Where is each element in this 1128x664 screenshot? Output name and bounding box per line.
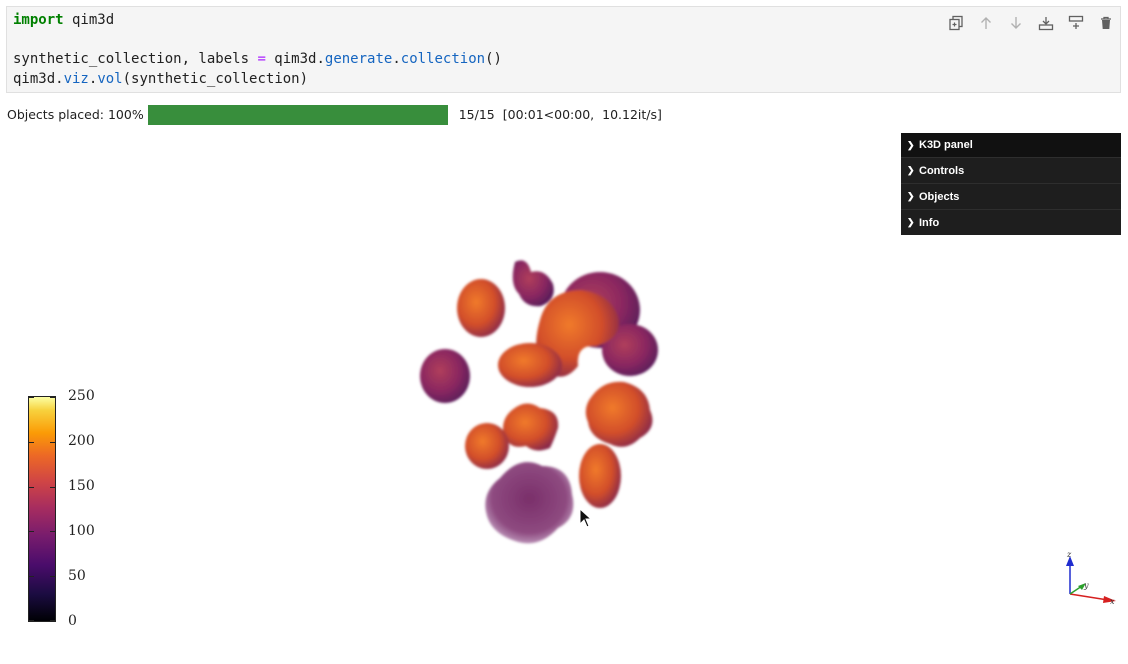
- chevron-right-icon: ❯: [907, 191, 915, 201]
- colorbar-tick: [29, 576, 55, 578]
- blob-9: [585, 381, 653, 447]
- progress-timing: [00:01<00:00,: [502, 107, 595, 122]
- code-line-3-a: qim3d.: [13, 70, 64, 87]
- progress-rate: 10.12it/s]: [602, 107, 662, 122]
- colorbar-tick: [29, 441, 55, 443]
- code-keyword-import: import: [13, 12, 64, 28]
- k3d-panel-title: K3D panel: [919, 139, 973, 151]
- copy-icon: [949, 15, 963, 31]
- progress-bar: [147, 104, 448, 125]
- colorbar-label: 150: [68, 478, 95, 494]
- blob-6: [498, 343, 562, 387]
- colorbar-label: 100: [68, 523, 95, 539]
- colorbar-tick: [29, 531, 55, 533]
- mouse-cursor-icon: [579, 508, 593, 528]
- colorbar-label: 50: [68, 568, 86, 584]
- axis-label-z: z: [1066, 550, 1072, 559]
- colorbar-tick: [29, 486, 55, 488]
- duplicate-cell-button[interactable]: [946, 13, 966, 33]
- delete-icon: [1101, 16, 1111, 29]
- progress-label: Objects placed:: [7, 107, 104, 122]
- code-line-2-dot: .: [392, 51, 401, 67]
- k3d-panel: ❯ K3D panel ❯ Controls ❯ Objects ❯ Info: [901, 133, 1121, 235]
- blob-11: [579, 444, 621, 508]
- blob-2: [512, 260, 554, 307]
- k3d-section-label: Controls: [919, 164, 965, 177]
- colorbar-tick: [29, 619, 55, 621]
- code-attr-viz: viz: [63, 70, 89, 87]
- k3d-section-label: Objects: [919, 190, 960, 203]
- code-attr-generate: generate: [324, 51, 393, 67]
- progress-count: 15/15: [458, 107, 495, 122]
- code-cell[interactable]: import qim3d synthetic_collection, label…: [6, 6, 1121, 93]
- code-line-2-call: (): [485, 51, 502, 67]
- code-line-2-a: synthetic_collection, labels: [13, 51, 258, 67]
- move-up-button[interactable]: [976, 13, 996, 33]
- move-up-icon: [981, 17, 991, 29]
- chevron-right-icon: ❯: [907, 165, 915, 175]
- k3d-section-info[interactable]: ❯ Info: [901, 209, 1121, 235]
- move-down-icon: [1011, 17, 1021, 29]
- code-line-2-b: qim3d.: [265, 51, 325, 67]
- k3d-section-objects[interactable]: ❯ Objects: [901, 183, 1121, 209]
- axis-label-x: x: [1110, 597, 1115, 606]
- code-line-1-rest: qim3d: [63, 12, 115, 28]
- chevron-down-icon: ❯: [907, 139, 915, 150]
- code-line-3-call: (synthetic_collection): [122, 70, 309, 87]
- colorbar: 250 200 150 100 50 0: [28, 388, 95, 629]
- blob-10: [465, 423, 509, 469]
- blob-8: [503, 403, 559, 451]
- progress-percent: 100%: [107, 107, 144, 122]
- cell-toolbar: [946, 13, 1116, 33]
- code-attr-vol: vol: [97, 70, 123, 87]
- colorbar-gradient: [28, 396, 56, 622]
- progress-bar-fill: [147, 104, 448, 125]
- code-editor[interactable]: import qim3d synthetic_collection, label…: [13, 11, 502, 89]
- axis-label-y: y: [1083, 581, 1089, 590]
- blob-1: [457, 279, 505, 337]
- k3d-section-label: Info: [919, 216, 940, 229]
- blob-12: [485, 462, 574, 544]
- insert-below-icon: [1038, 17, 1054, 31]
- colorbar-label: 0: [68, 613, 77, 629]
- colorbar-tick: [29, 397, 55, 398]
- colorbar-label: 250: [68, 388, 95, 404]
- insert-cell-below-button[interactable]: [1036, 13, 1056, 33]
- move-down-button[interactable]: [1006, 13, 1026, 33]
- x-axis: [1069, 593, 1109, 601]
- k3d-panel-header[interactable]: ❯ K3D panel: [901, 133, 1121, 157]
- delete-cell-button[interactable]: [1096, 13, 1116, 33]
- insert-above-icon: [1068, 15, 1084, 29]
- axes-orientation-widget: z y x: [1066, 550, 1116, 606]
- insert-cell-above-button[interactable]: [1066, 13, 1086, 33]
- blob-7: [420, 349, 470, 403]
- code-attr-collection: collection: [400, 51, 486, 67]
- code-operator: =: [257, 51, 266, 67]
- chevron-right-icon: ❯: [907, 217, 915, 227]
- progress-output: Objects placed: 100% 15/15 [00:01<00:00,…: [7, 104, 662, 125]
- k3d-section-controls[interactable]: ❯ Controls: [901, 157, 1121, 183]
- colorbar-label: 200: [68, 433, 95, 449]
